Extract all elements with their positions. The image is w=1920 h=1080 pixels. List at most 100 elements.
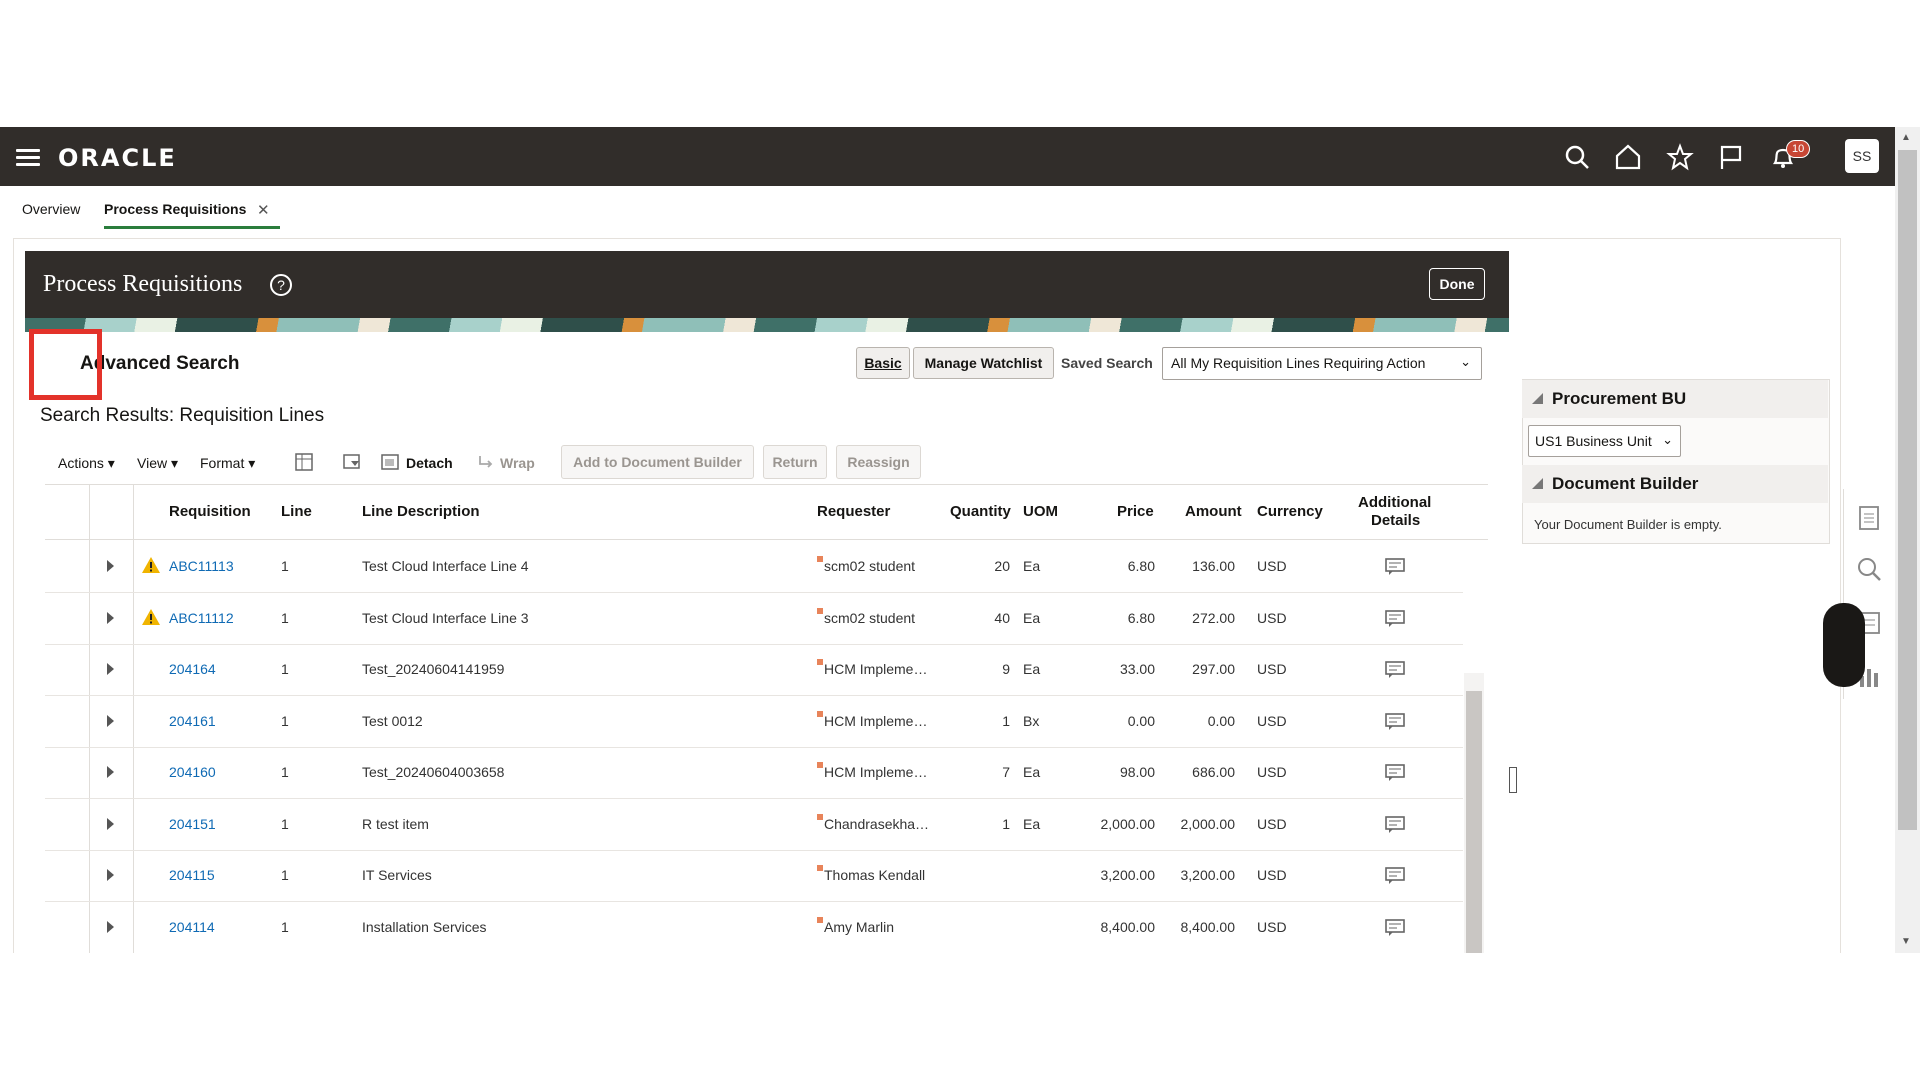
highlight-box [29,329,102,400]
requisition-link[interactable]: 204164 [169,661,216,677]
additional-details-icon[interactable] [1385,867,1405,885]
tab-process-requisitions[interactable]: Process Requisitions [104,201,281,229]
table-header: Requisition Line Line Description Reques… [45,484,1488,540]
expand-row-icon[interactable] [107,714,114,727]
requisition-link[interactable]: 204161 [169,713,216,729]
col-uom[interactable]: UOM [1023,503,1058,520]
expand-row-icon[interactable] [107,766,114,778]
return-button[interactable]: Return [763,445,827,479]
uom-value: Ea [1023,764,1041,780]
scroll-down-icon[interactable]: ▼ [1901,936,1911,947]
requester-name[interactable]: Amy Marlin [824,919,894,935]
query-by-example-icon[interactable] [342,452,362,472]
expand-row-icon[interactable] [107,869,114,881]
favorites-star-icon[interactable] [1666,143,1694,171]
additional-details-icon[interactable] [1385,918,1405,937]
actions-menu[interactable]: Actions ▾ [58,455,115,472]
requester-name[interactable]: Chandrasekha… [824,816,929,832]
additional-details-icon[interactable] [1385,815,1405,834]
col-quantity[interactable]: Quantity [950,503,1011,520]
saved-search-select[interactable]: All My Requisition Lines Requiring Actio… [1162,347,1482,380]
uom-value: Bx [1023,712,1040,729]
requester-name[interactable]: HCM Impleme… [824,764,927,780]
requester-name[interactable]: scm02 student [824,558,915,574]
table-row[interactable]: 204115 1 IT Services Thomas Kendall 3,20… [45,850,1463,902]
hamburger-menu-icon[interactable] [16,149,40,167]
price-value: 33.00 [1119,661,1155,677]
freeze-columns-icon[interactable] [294,452,314,472]
table-row[interactable]: 204161 1 Test 0012 HCM Impleme… 1 Bx 0.0… [45,696,1463,748]
drag-handle[interactable] [1823,603,1865,687]
table-row[interactable]: ABC11112 1 Test Cloud Interface Line 3 s… [45,593,1463,645]
table-row[interactable]: 204164 1 Test_20240604141959 HCM Impleme… [45,644,1463,696]
flag-icon[interactable] [1717,143,1745,171]
procurement-bu-header[interactable]: Procurement BU [1522,380,1828,418]
additional-details-icon[interactable] [1385,558,1405,576]
col-requester[interactable]: Requester [817,503,890,520]
requisition-link[interactable]: 204114 [169,919,215,935]
detach-label[interactable]: Detach [406,455,453,471]
currency-value: USD [1257,764,1287,780]
requester-name[interactable]: HCM Impleme… [824,661,927,677]
requester-flag-icon [817,762,823,768]
col-currency[interactable]: Currency [1257,503,1323,520]
help-icon[interactable]: ? [270,274,292,296]
requester-name[interactable]: HCM Impleme… [824,713,927,729]
panel-collapse-handle[interactable] [1509,767,1517,793]
requisition-link[interactable]: 204160 [169,764,216,780]
table-row[interactable]: 204151 1 R test item Chandrasekha… 1 Ea … [45,799,1463,851]
additional-details-icon[interactable] [1385,609,1405,628]
collapse-triangle-icon[interactable] [1532,478,1543,489]
table-row[interactable]: ABC11113 1 Test Cloud Interface Line 4 s… [45,541,1463,593]
currency-value: USD [1257,661,1287,677]
format-menu[interactable]: Format ▾ [200,455,255,472]
wrap-label[interactable]: Wrap [500,455,535,471]
requisition-link[interactable]: ABC11112 [169,610,234,626]
procurement-bu-select[interactable]: US1 Business Unit ⌄ [1528,425,1681,457]
home-icon[interactable] [1614,143,1642,171]
col-line-description[interactable]: Line Description [362,503,480,520]
close-tab-icon[interactable]: ✕ [257,201,270,219]
col-price[interactable]: Price [1117,503,1154,520]
expand-row-icon[interactable] [107,611,114,624]
basic-search-button[interactable]: Basic [856,347,910,379]
requisition-link[interactable]: 204115 [169,867,215,883]
col-requisition[interactable]: Requisition [169,503,251,520]
manage-watchlist-button[interactable]: Manage Watchlist [913,347,1054,379]
expand-row-icon[interactable] [107,817,114,830]
view-menu[interactable]: View ▾ [137,455,178,472]
table-row[interactable]: 204114 1 Installation Services Amy Marli… [45,902,1463,953]
requester-name[interactable]: scm02 student [824,610,915,626]
requisition-link[interactable]: ABC11113 [169,558,234,574]
tab-overview[interactable]: Overview [22,201,80,217]
expand-row-icon[interactable] [107,560,114,572]
search-panel-icon[interactable] [1855,555,1883,583]
advanced-search-heading[interactable]: Advanced Search [80,353,239,375]
search-icon[interactable] [1563,143,1591,171]
wrap-icon[interactable] [476,452,496,472]
expand-row-icon[interactable] [107,663,114,675]
reassign-button[interactable]: Reassign [836,445,921,479]
requester-flag-icon [817,813,823,820]
scroll-up-icon[interactable]: ▲ [1901,132,1911,143]
table-scrollbar-thumb[interactable] [1466,691,1482,953]
collapse-triangle-icon[interactable] [1532,393,1543,404]
done-button[interactable]: Done [1429,268,1485,300]
window-scrollbar-thumb[interactable] [1898,150,1917,830]
additional-details-icon[interactable] [1385,661,1405,679]
expand-row-icon[interactable] [107,920,114,933]
table-row[interactable]: 204160 1 Test_20240604003658 HCM Impleme… [45,747,1463,799]
add-to-document-builder-button[interactable]: Add to Document Builder [561,445,754,479]
additional-details-icon[interactable] [1385,764,1405,782]
col-additional-details-line2[interactable]: Details [1371,512,1420,529]
requisition-link[interactable]: 204151 [169,816,216,832]
user-avatar[interactable]: SS [1845,139,1879,173]
document-builder-header[interactable]: Document Builder [1522,465,1828,503]
detach-icon[interactable] [380,452,400,472]
document-icon[interactable] [1855,504,1883,532]
col-line[interactable]: Line [281,503,312,520]
col-amount[interactable]: Amount [1185,503,1242,520]
additional-details-icon[interactable] [1385,712,1405,731]
requester-name[interactable]: Thomas Kendall [824,867,925,883]
col-additional-details-line1[interactable]: Additional [1358,494,1431,511]
